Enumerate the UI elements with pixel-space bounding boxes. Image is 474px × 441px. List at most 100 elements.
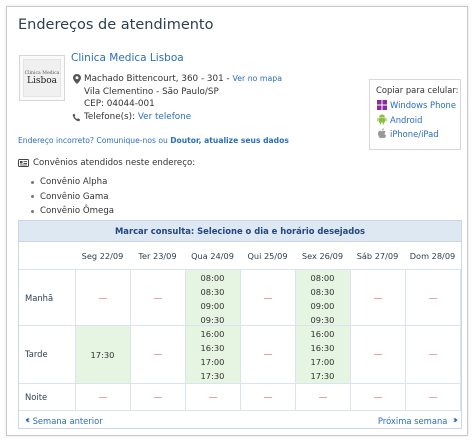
empty-cell [75, 270, 130, 327]
time-slot[interactable]: 08:30 [311, 285, 335, 299]
unavailable-dash [153, 396, 162, 398]
unavailable-dash [373, 298, 382, 299]
time-slot[interactable]: 09:00 [311, 299, 335, 313]
time-slot[interactable]: 16:30 [201, 341, 225, 355]
slot-cell: 16:00 16:30 17:00 17:30 [185, 326, 240, 383]
list-item: Convênio Alpha [31, 175, 114, 190]
grid-line [460, 269, 461, 410]
addresses-panel: Endereços de atendimento Clinica Medica … [6, 6, 468, 436]
convenios-heading-text: Convênios atendidos neste endereço: [33, 158, 196, 168]
convenios-list: Convênio Alpha Convênio Gama Convênio Ôm… [31, 175, 114, 219]
convenios-heading: Convênios atendidos neste endereço: [18, 158, 195, 168]
time-slot[interactable]: 17:00 [311, 355, 335, 369]
slot-cell: 08:00 08:30 09:00 09:30 [185, 270, 240, 327]
address-cep: CEP: 04044-001 [84, 99, 155, 110]
time-slot[interactable]: 17:30 [201, 369, 225, 383]
unavailable-dash [428, 298, 437, 299]
id-card-icon [18, 159, 29, 167]
unavailable-dash [428, 396, 437, 398]
clinic-name-link[interactable]: Clinica Medica Lisboa [71, 52, 184, 64]
empty-cell [240, 326, 295, 383]
map-pin-icon [71, 74, 82, 85]
empty-cell [75, 384, 130, 410]
period-label: Noite [25, 391, 48, 402]
period-label: Manhã [25, 293, 54, 303]
logo-main-text: Lisboa [26, 75, 58, 86]
previous-week-label: Semana anterior [32, 415, 103, 426]
android-icon [376, 114, 387, 125]
empty-cell [405, 326, 460, 383]
unavailable-dash [98, 298, 107, 299]
time-slot[interactable]: 09:00 [201, 299, 225, 313]
grid-line [19, 410, 461, 411]
copy-android-label: Android [390, 114, 423, 125]
empty-cell [350, 384, 405, 410]
copy-iphone[interactable]: iPhone/iPad [376, 127, 460, 141]
time-slot[interactable]: 16:30 [311, 341, 335, 355]
time-slot[interactable]: 08:00 [311, 271, 335, 285]
unavailable-dash [373, 396, 382, 398]
period-label: Tarde [25, 349, 48, 359]
report-line: Endereço incorreto? Comunique-nos ou Dou… [18, 136, 289, 145]
grid-line [130, 269, 131, 410]
grid-line [295, 269, 296, 410]
empty-cell [350, 270, 405, 327]
unavailable-dash [263, 298, 272, 299]
empty-cell [295, 384, 350, 410]
unavailable-dash [428, 354, 437, 355]
slot-cell: 17:30 [75, 326, 130, 383]
time-slot[interactable]: 16:00 [311, 327, 335, 341]
empty-cell [130, 326, 185, 383]
unavailable-dash [98, 396, 107, 398]
grid-line [240, 269, 241, 410]
day-header: Seg 22/09 [81, 250, 124, 261]
unavailable-dash [318, 396, 327, 398]
windows-icon [376, 100, 387, 111]
address-line-1: Machado Bittencourt, 360 - 301 - [84, 74, 230, 84]
copy-windows-phone[interactable]: Windows Phone [376, 98, 460, 112]
empty-cell [240, 270, 295, 327]
unavailable-dash [153, 298, 162, 299]
time-slot[interactable]: 08:30 [201, 285, 225, 299]
page-title: Endereços de atendimento [18, 17, 214, 33]
phone-icon [71, 113, 82, 122]
show-phone-link[interactable]: Ver telefone [138, 111, 191, 124]
report-link[interactable]: Endereço incorreto? Comunique-nos ou [18, 136, 168, 145]
unavailable-dash [263, 354, 272, 355]
time-slot[interactable]: 08:00 [201, 271, 225, 285]
time-slot[interactable]: 17:30 [91, 348, 115, 362]
empty-cell [405, 270, 460, 327]
grid-line [350, 269, 351, 410]
copy-windows-label: Windows Phone [390, 100, 456, 111]
copy-iphone-label: iPhone/iPad [390, 128, 439, 139]
day-header: Ter 23/09 [138, 250, 177, 261]
day-header: Sex 26/09 [301, 250, 344, 261]
slot-cell: 16:00 16:30 17:00 17:30 [295, 326, 350, 383]
list-item: Convênio Ômega [31, 204, 114, 219]
schedule-nav: ‹‹ Semana anterior Próxima semana ›› [19, 413, 461, 429]
empty-cell [405, 384, 460, 410]
copy-android[interactable]: Android [376, 112, 460, 126]
grid-line [405, 269, 406, 410]
unavailable-dash [373, 354, 382, 355]
schedule-days-row: Seg 22/09 Ter 23/09 Qua 24/09 Qui 25/09 Sex … [19, 242, 461, 269]
empty-cell [350, 326, 405, 383]
unavailable-dash [208, 396, 217, 398]
day-header: Dom 28/09 [409, 250, 456, 261]
clinic-logo: Clinica Medica Lisboa [19, 55, 65, 101]
previous-week-button[interactable]: ‹‹ Semana anterior [25, 415, 103, 426]
day-header: Sáb 27/09 [356, 250, 399, 261]
list-item: Convênio Gama [31, 190, 114, 205]
empty-cell [130, 270, 185, 327]
time-slot[interactable]: 17:30 [311, 369, 335, 383]
map-link[interactable]: Ver no mapa [232, 73, 282, 86]
day-header: Qui 25/09 [247, 250, 288, 261]
phone-label: Telefone(s): [84, 111, 136, 122]
double-chevron-right-icon: ›› [452, 415, 459, 426]
time-slot[interactable]: 17:00 [201, 355, 225, 369]
time-slot[interactable]: 16:00 [201, 327, 225, 341]
grid-line [185, 269, 186, 410]
copy-box-title: Copiar para celular: [376, 85, 459, 95]
doctor-update-link[interactable]: Doutor, atualize seus dados [170, 136, 289, 145]
next-week-button[interactable]: Próxima semana ›› [378, 415, 459, 426]
